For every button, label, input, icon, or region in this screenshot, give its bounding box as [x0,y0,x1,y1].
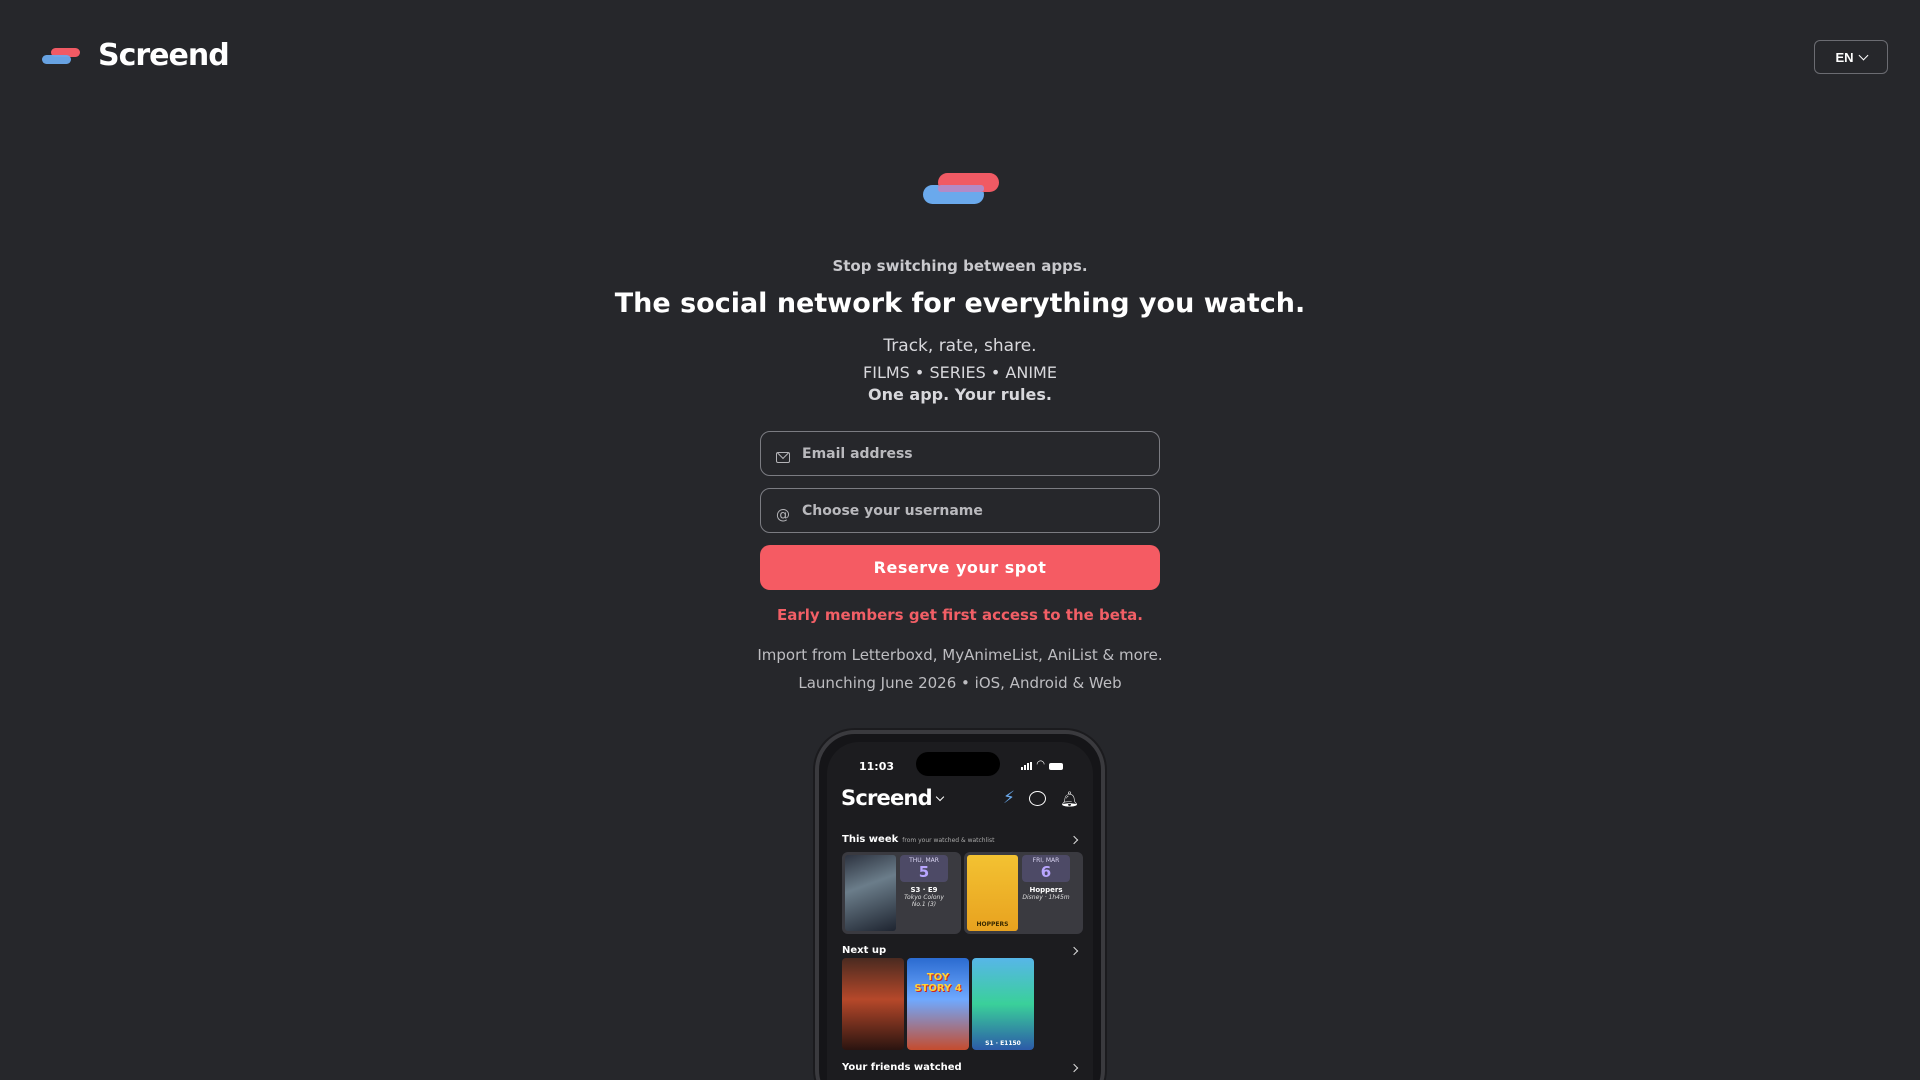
section-friends-watched: Your friends watched [842,1062,962,1073]
dynamic-island [916,752,1000,776]
email-field-container [760,431,1160,476]
chat-icon [1028,791,1046,806]
wifi-icon: ◠ [1036,759,1045,770]
chevron-right-icon [1069,835,1079,845]
phone-mockup: 11:03 ◠ Screend ⚡ 🔔︎ This week from your … [815,730,1105,1080]
brand-name: Screend [98,38,230,73]
early-access-note: Early members get first access to the be… [777,606,1143,624]
status-icons: ◠ [1021,760,1063,770]
hero-logo-icon [923,173,999,207]
poster-image: HOPPERS [967,855,1018,931]
reserve-spot-button[interactable]: Reserve your spot [760,545,1160,590]
import-note: Import from Letterboxd, MyAnimeList, Ani… [757,646,1163,664]
poster-image [842,958,904,1050]
poster-image [845,855,896,931]
app-title: Screend [841,786,945,810]
chevron-down-icon [1858,50,1868,60]
username-field[interactable] [802,502,1159,519]
tagline: Stop switching between apps. [832,257,1088,275]
schedule-card: THU, MAR 5 S3 · E9 Tokyo Colony No.1 (3) [842,852,961,934]
signal-icon [1021,762,1033,770]
chevron-down-icon [935,792,945,802]
bell-icon: 🔔︎ [1059,789,1079,808]
subtitle-categories: FILMS • SERIES • ANIME [863,363,1057,382]
subtitle-track: Track, rate, share. [883,336,1037,356]
launch-note: Launching June 2026 • iOS, Android & Web [798,674,1122,692]
battery-icon [1049,763,1063,770]
status-time: 11:03 [859,760,895,773]
section-next-up: Next up [842,945,887,956]
poster-image: TOY STORY 4 [907,958,969,1050]
page-title: The social network for everything you wa… [614,288,1306,319]
logo-icon [42,46,80,66]
subtitle-rules: One app. Your rules. [868,385,1052,404]
chevron-right-icon [1069,1063,1079,1073]
at-icon: @ [776,506,790,523]
brand-logo[interactable]: Screend [42,38,230,73]
language-label: EN [1835,49,1854,65]
bolt-icon: ⚡ [1003,788,1015,808]
username-field-container: @ [760,488,1160,533]
poster-image: S1 · E1150 [972,958,1034,1050]
email-field[interactable] [802,445,1159,462]
section-this-week: This week from your watched & watchlist [842,834,995,845]
chevron-right-icon [1069,946,1079,956]
language-selector[interactable]: EN [1814,40,1888,74]
mail-icon [775,450,791,466]
schedule-card: HOPPERS FRI, MAR 6 Hoppers Disney · 1h45… [964,852,1083,934]
